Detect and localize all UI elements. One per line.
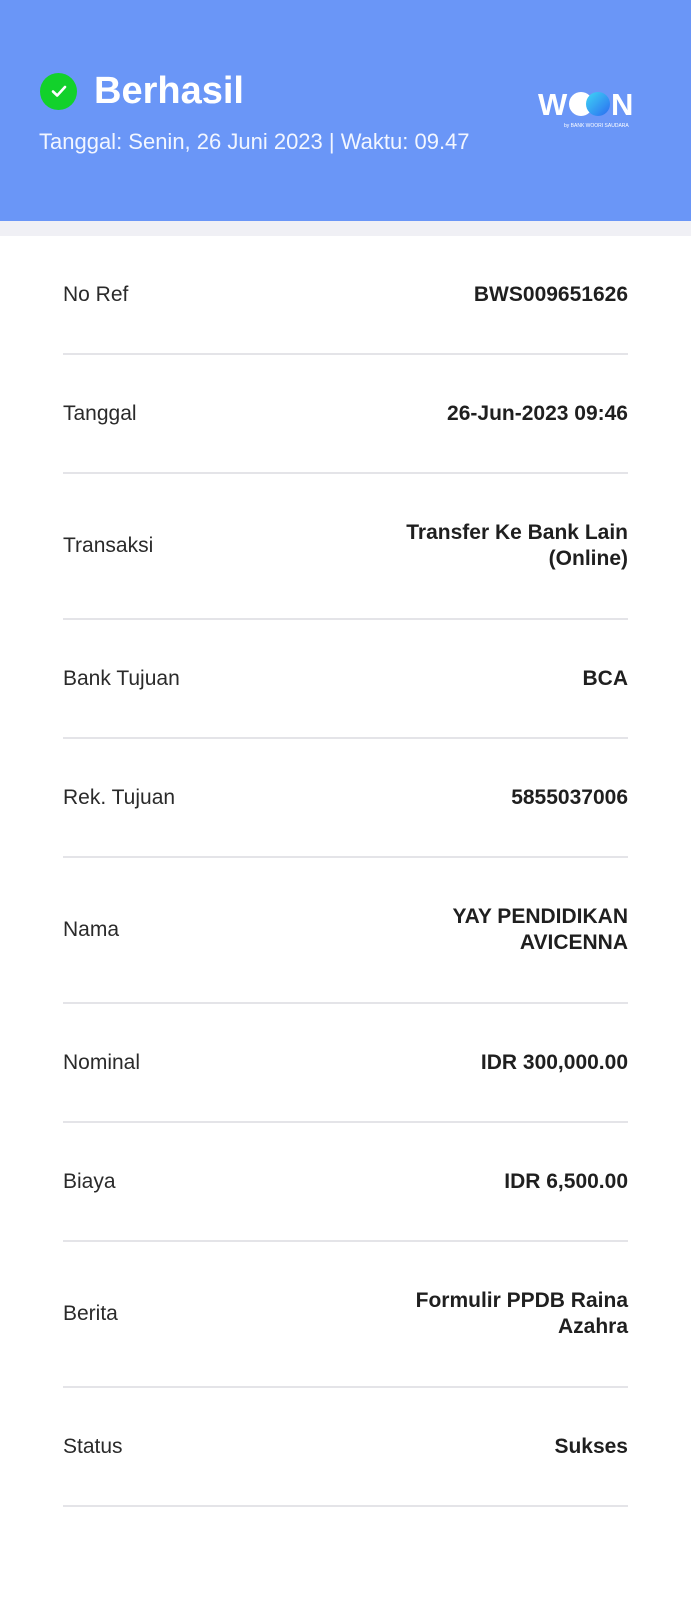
detail-value: Sukses: [554, 1434, 628, 1458]
detail-row-berita: Berita Formulir PPDB Raina Azahra: [63, 1242, 628, 1388]
logo-subtext: by BANK WOORI SAUDARA: [564, 123, 629, 129]
detail-label: No Ref: [63, 282, 129, 306]
detail-value: Formulir PPDB Raina Azahra: [415, 1289, 628, 1338]
detail-row-rek-tujuan: Rek. Tujuan 5855037006: [63, 739, 628, 858]
woon-logo: W N by BANK WOORI SAUDARA: [538, 87, 633, 129]
detail-label: Rek. Tujuan: [63, 785, 176, 809]
detail-label: Bank Tujuan: [63, 666, 180, 690]
svg-text:N: N: [611, 87, 633, 122]
detail-label: Nama: [63, 918, 120, 941]
detail-value: BWS009651626: [473, 282, 628, 306]
detail-value: 5855037006: [511, 785, 628, 809]
detail-label: Transaksi: [63, 534, 154, 557]
detail-value: 26-Jun-2023 09:46: [447, 401, 628, 425]
detail-value: Transfer Ke Bank Lain (Online): [406, 521, 628, 570]
svg-text:W: W: [538, 87, 568, 122]
detail-row-tanggal: Tanggal 26-Jun-2023 09:46: [63, 355, 628, 474]
detail-row-status: Status Sukses: [63, 1388, 628, 1507]
divider-band: [0, 221, 691, 236]
detail-row-transaksi: Transaksi Transfer Ke Bank Lain (Online): [63, 474, 628, 620]
detail-label: Biaya: [63, 1169, 116, 1193]
check-icon: [40, 72, 77, 110]
detail-value: IDR 6,500.00: [504, 1169, 628, 1193]
transaction-details: No Ref BWS009651626 Tanggal 26-Jun-2023 …: [0, 236, 691, 1507]
detail-row-biaya: Biaya IDR 6,500.00: [63, 1123, 628, 1242]
detail-value: YAY PENDIDIKAN AVICENNA: [452, 905, 628, 954]
detail-label: Nominal: [63, 1050, 141, 1074]
status-title: Berhasil: [94, 70, 244, 112]
detail-value: IDR 300,000.00: [480, 1050, 628, 1074]
status-row: Berhasil: [40, 70, 244, 112]
detail-row-no-ref: No Ref BWS009651626: [63, 236, 628, 355]
detail-label: Berita: [63, 1302, 118, 1325]
detail-label: Status: [63, 1434, 123, 1458]
detail-row-bank-tujuan: Bank Tujuan BCA: [63, 620, 628, 739]
detail-label: Tanggal: [63, 401, 137, 425]
detail-row-nominal: Nominal IDR 300,000.00: [63, 1004, 628, 1123]
detail-value: BCA: [582, 666, 629, 690]
detail-row-nama: Nama YAY PENDIDIKAN AVICENNA: [63, 858, 628, 1004]
transaction-datetime: Tanggal: Senin, 26 Juni 2023 | Waktu: 09…: [39, 129, 470, 154]
receipt-header: Berhasil Tanggal: Senin, 26 Juni 2023 | …: [0, 0, 691, 221]
